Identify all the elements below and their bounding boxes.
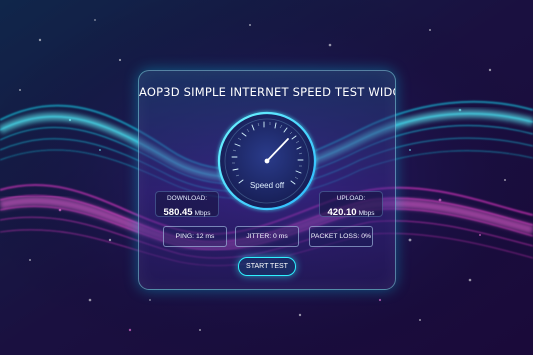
upload-stat: UPLOAD: 420.10 Mbps <box>319 191 383 218</box>
widget-title: AOP3D SIMPLE INTERNET SPEED TEST WIDGET <box>139 85 396 99</box>
gauge-status-label: Speed off <box>249 181 285 190</box>
upload-unit: Mbps <box>358 210 375 217</box>
packet-loss-metric: PACKET LOSS: 0% <box>309 226 373 247</box>
upload-label: UPLOAD: <box>336 195 366 202</box>
download-stat: DOWNLOAD: 580.45 Mbps <box>155 191 219 218</box>
speedometer-gauge <box>214 108 320 214</box>
ping-metric: PING: 12 ms <box>163 226 227 247</box>
download-unit: Mbps <box>194 210 211 217</box>
upload-value: 420.10 <box>327 207 357 218</box>
download-label: DOWNLOAD: <box>166 195 208 202</box>
start-test-button[interactable]: START TEST <box>238 257 296 276</box>
speed-test-widget: AOP3D SIMPLE INTERNET SPEED TEST WIDGET <box>138 70 396 290</box>
jitter-metric: JITTER: 0 ms <box>235 226 299 247</box>
download-value: 580.45 <box>163 207 193 218</box>
